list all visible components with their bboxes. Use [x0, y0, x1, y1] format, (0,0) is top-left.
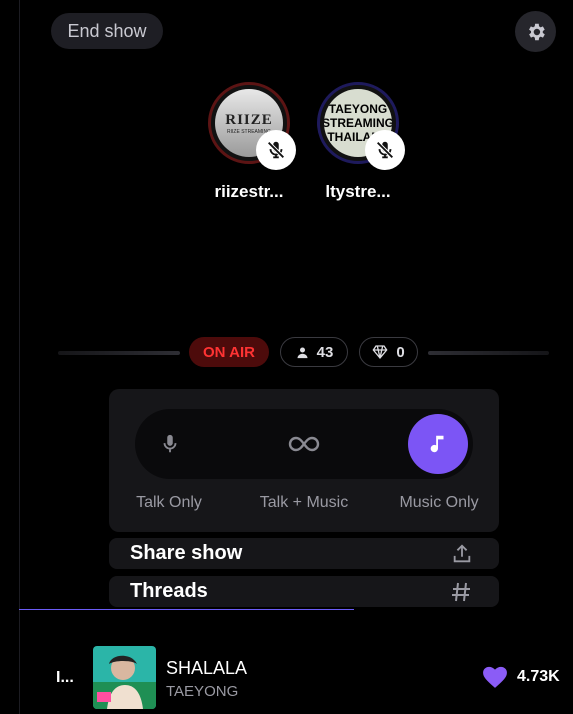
talk-plus-music-button[interactable]: [274, 414, 334, 474]
avatar-logo-line: STREAMING: [324, 116, 392, 130]
mic-muted-badge: [365, 130, 405, 170]
progress-divider: [19, 609, 354, 610]
track-title: SHALALA: [166, 658, 248, 678]
talk-plus-music-label: Talk + Music: [259, 494, 349, 511]
music-only-button[interactable]: [408, 414, 468, 474]
host-card-1[interactable]: RIIZE RIIZE STREAMING riizestr...: [194, 82, 304, 202]
music-only-label: Music Only: [399, 494, 479, 511]
mic-off-icon: [267, 141, 285, 159]
host-name: riizestr...: [214, 182, 284, 201]
mic-off-icon: [376, 141, 394, 159]
music-note-icon: [430, 435, 444, 453]
share-show-button[interactable]: Share show: [109, 538, 499, 569]
host-card-2[interactable]: TAEYONG STREAMING THAILAND ltystre...: [303, 82, 413, 202]
infinity-icon: [288, 436, 320, 452]
person-icon: [297, 347, 308, 358]
listener-count: 43: [316, 343, 334, 361]
threads-button[interactable]: Threads: [109, 576, 499, 607]
like-count: 4.73K: [517, 667, 560, 685]
on-air-badge: ON AIR: [189, 337, 269, 367]
hashtag-icon: [452, 582, 470, 601]
host-name: ltystre...: [325, 182, 391, 201]
track-index: I...: [56, 669, 74, 686]
track-artist: TAEYONG: [166, 683, 239, 700]
avatar-logo-text: RIIZE: [225, 111, 273, 128]
host-avatar-ring: TAEYONG STREAMING THAILAND: [317, 82, 405, 170]
like-button[interactable]: 4.73K: [481, 664, 560, 689]
gear-icon: [528, 23, 545, 40]
gem-count-badge[interactable]: 0: [359, 337, 418, 367]
microphone-icon: [163, 434, 177, 453]
gem-count: 0: [396, 343, 405, 361]
album-cover: [93, 646, 156, 709]
mode-selector-panel: Talk Only Talk + Music Music Only: [109, 389, 499, 532]
talk-only-label: Talk Only: [136, 494, 202, 511]
mic-muted-badge: [256, 130, 296, 170]
avatar-logo-line: TAEYONG: [328, 102, 388, 116]
now-playing-row[interactable]: I... SHALALA TAEYONG 4.73K: [0, 645, 573, 709]
heart-icon: [483, 666, 507, 688]
threads-label: Threads: [130, 580, 208, 602]
status-divider-left: [58, 351, 180, 355]
listener-count-badge[interactable]: 43: [280, 337, 348, 367]
talk-only-button[interactable]: [140, 414, 200, 474]
diamond-icon: [372, 345, 388, 360]
status-divider-right: [428, 351, 549, 355]
host-avatar-ring: RIIZE RIIZE STREAMING: [208, 82, 296, 170]
share-icon: [453, 543, 471, 562]
end-show-button[interactable]: End show: [51, 13, 163, 49]
settings-button[interactable]: [515, 11, 556, 52]
status-row: ON AIR 43 0: [0, 337, 573, 369]
mode-toggle-track: [135, 409, 473, 479]
share-show-label: Share show: [130, 542, 243, 564]
